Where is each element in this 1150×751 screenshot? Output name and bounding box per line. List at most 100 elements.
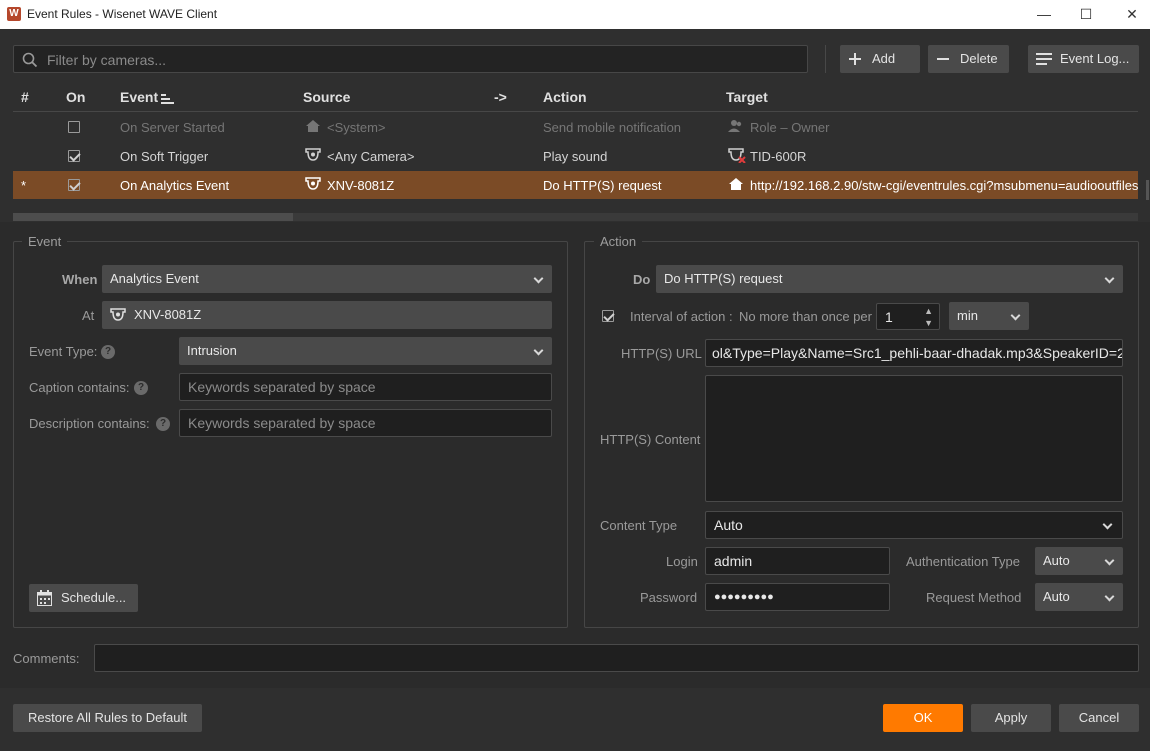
table-horizontal-scrollbar[interactable] [13, 213, 1138, 221]
description-placeholder: Keywords separated by space [188, 415, 376, 431]
ok-button[interactable]: OK [883, 704, 963, 732]
login-input[interactable]: admin [705, 547, 890, 575]
action-type-select[interactable]: Do HTTP(S) request [656, 265, 1123, 293]
scrollbar-thumb[interactable] [13, 213, 293, 221]
row-source: <System> [327, 120, 386, 135]
content-type-select[interactable]: Auto [705, 511, 1123, 539]
request-method-value: Auto [1043, 589, 1070, 604]
row-event: On Soft Trigger [120, 149, 209, 164]
rule-enabled-checkbox[interactable] [68, 121, 80, 133]
search-icon [22, 52, 38, 68]
add-rule-button[interactable]: Add [840, 45, 920, 73]
row-target: http://192.168.2.90/stw-cgi/eventrules.c… [750, 178, 1138, 193]
camera-filter-input[interactable]: Filter by cameras... [13, 45, 808, 73]
sort-icon [161, 94, 174, 104]
app-logo: W [7, 7, 21, 21]
minimize-button[interactable]: — [1033, 4, 1055, 24]
row-event: On Server Started [120, 120, 225, 135]
row-event: On Analytics Event [120, 178, 230, 193]
at-label: At [82, 308, 95, 323]
list-icon [1036, 53, 1052, 65]
comments-input[interactable] [94, 644, 1139, 672]
interval-unit-select[interactable]: min [949, 302, 1029, 330]
row-source: XNV-8081Z [327, 178, 395, 193]
col-target[interactable]: Target [726, 89, 768, 105]
col-arrow: -> [494, 89, 507, 105]
chevron-down-icon [533, 273, 544, 284]
delete-rule-button[interactable]: Delete [928, 45, 1009, 73]
plus-icon [849, 53, 861, 65]
row-action: Play sound [543, 149, 608, 164]
table-row[interactable]: On Server Started <System> Send mobile n… [13, 113, 1138, 141]
rule-enabled-checkbox[interactable] [68, 179, 80, 191]
auth-type-label: Authentication Type [906, 554, 1020, 569]
analytics-type-select[interactable]: Intrusion [179, 337, 552, 365]
url-label: HTTP(S) URL [621, 346, 702, 361]
event-panel-title: Event [22, 234, 68, 249]
chevron-down-icon [1102, 519, 1113, 530]
help-icon[interactable]: ? [156, 417, 170, 431]
caption-input[interactable]: Keywords separated by space [179, 373, 552, 401]
event-type-select[interactable]: Analytics Event [102, 265, 552, 293]
url-input[interactable]: ol&Type=Play&Name=Src1_pehli-baar-dhadak… [705, 339, 1123, 367]
interval-label: Interval of action : [630, 309, 733, 324]
schedule-button[interactable]: Schedule... [29, 584, 138, 612]
interval-unit-value: min [957, 308, 978, 323]
chevron-down-icon [1104, 273, 1115, 284]
col-action[interactable]: Action [543, 89, 587, 105]
help-icon[interactable]: ? [101, 345, 115, 359]
password-input[interactable]: ●●●●●●●●● [705, 583, 890, 611]
col-event[interactable]: Event [120, 89, 158, 105]
camera-icon [110, 308, 126, 321]
toolbar-divider [825, 45, 826, 73]
home-icon [729, 178, 743, 190]
apply-button[interactable]: Apply [971, 704, 1051, 732]
content-label: HTTP(S) Content [600, 432, 701, 447]
event-type-label: Event Type: [29, 344, 98, 359]
interval-spinbox[interactable]: 1 ▲ ▼ [876, 303, 940, 330]
interval-checkbox[interactable] [602, 310, 614, 322]
schedule-label: Schedule... [61, 590, 127, 605]
do-label: Do [633, 272, 651, 287]
restore-defaults-button[interactable]: Restore All Rules to Default [13, 704, 202, 732]
help-icon[interactable]: ? [134, 381, 148, 395]
at-value: XNV-8081Z [134, 307, 202, 322]
action-panel-title: Action [594, 234, 643, 249]
auth-type-select[interactable]: Auto [1035, 547, 1123, 575]
event-log-button[interactable]: Event Log... [1028, 45, 1139, 73]
row-action: Send mobile notification [543, 120, 682, 135]
description-input[interactable]: Keywords separated by space [179, 409, 552, 437]
caption-label: Caption contains: [29, 380, 130, 395]
col-num[interactable]: # [21, 89, 29, 105]
window-title: Event Rules - Wisenet WAVE Client [27, 7, 218, 21]
comments-label: Comments: [13, 651, 80, 666]
maximize-button[interactable]: ☐ [1075, 4, 1097, 24]
spin-down-icon[interactable]: ▼ [924, 310, 933, 329]
rule-enabled-checkbox[interactable] [68, 150, 80, 162]
title-bar: W Event Rules - Wisenet WAVE Client — ☐ … [0, 0, 1150, 29]
request-method-select[interactable]: Auto [1035, 583, 1123, 611]
table-row-selected[interactable]: * On Analytics Event XNV-8081Z Do HTTP(S… [13, 171, 1138, 199]
do-value: Do HTTP(S) request [664, 271, 783, 286]
when-label: When [62, 272, 98, 287]
camera-icon [305, 177, 321, 190]
row-source: <Any Camera> [327, 149, 415, 164]
event-source-button[interactable]: XNV-8081Z [102, 301, 552, 329]
chevron-down-icon [533, 345, 544, 356]
content-textarea[interactable] [705, 375, 1123, 502]
table-vertical-scrollbar[interactable] [1146, 180, 1149, 200]
server-icon [306, 120, 320, 132]
camera-offline-icon [728, 148, 746, 163]
table-row[interactable]: On Soft Trigger <Any Camera> Play sound … [13, 142, 1138, 170]
row-mark: * [21, 178, 27, 193]
rules-table-header: # On Event Source -> Action Target [13, 84, 1138, 112]
interval-text: No more than once per [739, 309, 872, 324]
col-on[interactable]: On [66, 89, 85, 105]
camera-icon [305, 148, 321, 161]
row-action: Do HTTP(S) request [543, 178, 662, 193]
close-button[interactable]: ✕ [1121, 4, 1143, 24]
password-label: Password [640, 590, 698, 605]
col-source[interactable]: Source [303, 89, 350, 105]
cancel-button[interactable]: Cancel [1059, 704, 1139, 732]
delete-label: Delete [960, 51, 998, 66]
